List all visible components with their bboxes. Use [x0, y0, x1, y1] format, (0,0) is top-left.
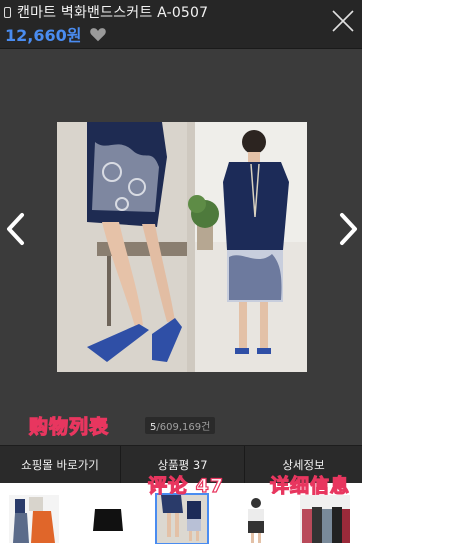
title-row: 캔마트 벽화밴드스커트 A-0507 — [4, 2, 208, 22]
product-title: 캔마트 벽화밴드스커트 A-0507 — [17, 5, 209, 21]
previous-arrow-icon[interactable] — [2, 209, 30, 249]
annotation-details: 详细信息 — [269, 474, 351, 497]
mobile-icon — [4, 6, 11, 18]
annotation-reviews: 评论 47 — [147, 474, 225, 497]
annotation-shopping-list: 购物列表 — [28, 415, 110, 438]
next-arrow-icon[interactable] — [334, 209, 362, 249]
tab-shop-link[interactable]: 쇼핑몰 바로가기 — [0, 446, 121, 484]
heart-icon[interactable] — [89, 26, 107, 42]
thumbnail[interactable] — [231, 495, 281, 543]
product-price: 12,660원 — [5, 26, 82, 45]
thumbnail[interactable] — [9, 495, 59, 543]
counter-total: /609,169건 — [156, 422, 211, 433]
thumbnail[interactable] — [300, 495, 350, 543]
image-viewer: 캔마트 벽화밴드스커트 A-0507 12,660원 5/609,169건 쇼핑… — [0, 0, 362, 544]
product-photo — [57, 122, 307, 372]
close-icon[interactable] — [328, 6, 358, 36]
image-counter: 5/609,169건 — [145, 417, 216, 434]
product-image — [57, 122, 307, 372]
thumbnail-selected[interactable] — [155, 493, 209, 544]
thumbnail[interactable] — [83, 495, 133, 543]
price-row: 12,660원 — [5, 22, 107, 46]
product-header: 캔마트 벽화밴드스커트 A-0507 12,660원 — [0, 0, 362, 49]
